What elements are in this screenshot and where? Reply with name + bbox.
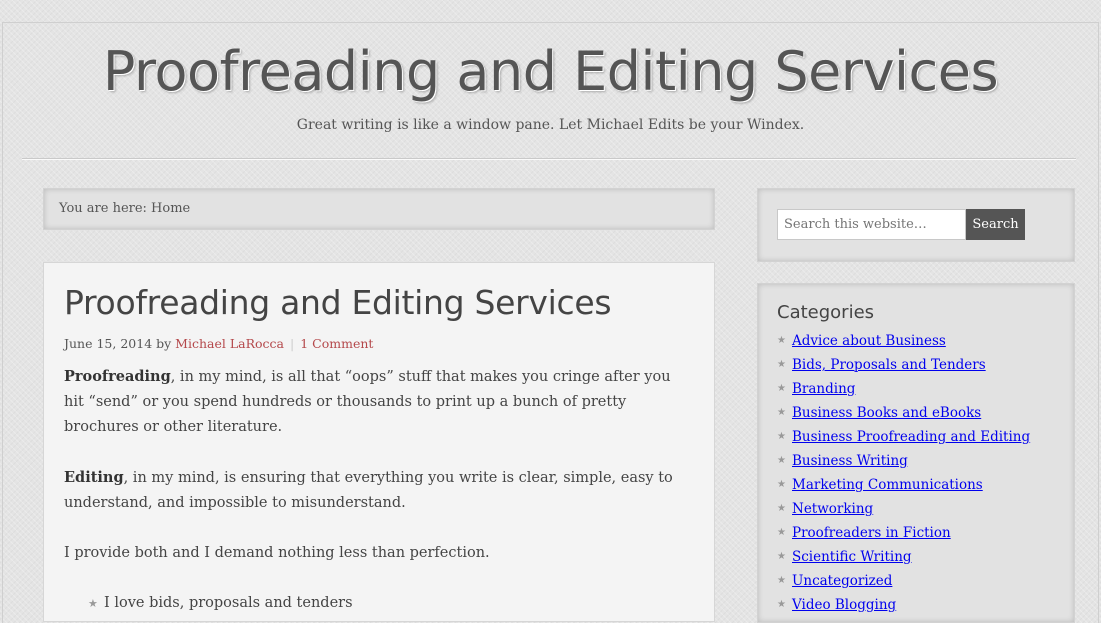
category-link[interactable]: Marketing Communications	[792, 477, 983, 493]
paragraph: I provide both and I demand nothing less…	[64, 545, 490, 561]
category-item: Video Blogging	[777, 593, 1055, 617]
search-input[interactable]	[777, 209, 966, 240]
category-item: Business Proofreading and Editing	[777, 425, 1055, 449]
header-divider	[22, 158, 1076, 160]
category-link[interactable]: Business Writing	[792, 453, 908, 469]
post-date: June 15, 2014	[64, 336, 153, 351]
category-link[interactable]: Branding	[792, 381, 855, 397]
category-link[interactable]: Business Books and eBooks	[792, 405, 981, 421]
post-article: Proofreading and Editing Services June 1…	[43, 262, 715, 622]
post-title[interactable]: Proofreading and Editing Services	[64, 283, 694, 322]
category-link[interactable]: Scientific Writing	[792, 549, 912, 565]
paragraph-text: , in my mind, is ensuring that everythin…	[64, 470, 673, 511]
post-content: Proofreading, in my mind, is all that “o…	[64, 364, 694, 616]
categories-list: Advice about Business Bids, Proposals an…	[777, 329, 1055, 617]
search-button[interactable]: Search	[966, 209, 1025, 240]
paragraph: Editing, in my mind, is ensuring that ev…	[64, 465, 694, 516]
categories-widget: Categories Advice about Business Bids, P…	[757, 283, 1075, 623]
category-link[interactable]: Uncategorized	[792, 573, 892, 589]
search-widget: Search	[757, 188, 1075, 262]
category-item: Business Writing	[777, 449, 1055, 473]
category-item: Advice about Business	[777, 329, 1055, 353]
category-item: Networking	[777, 497, 1055, 521]
breadcrumb: You are here: Home	[43, 188, 715, 230]
category-link[interactable]: Advice about Business	[792, 333, 946, 349]
site-title[interactable]: Proofreading and Editing Services	[0, 40, 1101, 103]
category-item: Scientific Writing	[777, 545, 1055, 569]
categories-title: Categories	[777, 302, 875, 323]
bold-term: Proofreading	[64, 368, 171, 385]
bold-term: Editing	[64, 469, 124, 486]
paragraph: Proofreading, in my mind, is all that “o…	[64, 364, 694, 440]
category-item: Proofreaders in Fiction	[777, 521, 1055, 545]
post-by: by	[152, 336, 176, 351]
list-item: I love bids, proposals and tenders	[88, 591, 694, 616]
category-link[interactable]: Bids, Proposals and Tenders	[792, 357, 986, 373]
meta-separator: |	[290, 336, 295, 351]
post-author-link[interactable]: Michael LaRocca	[175, 336, 284, 351]
category-link[interactable]: Networking	[792, 501, 873, 517]
category-link[interactable]: Proofreaders in Fiction	[792, 525, 951, 541]
post-list: I love bids, proposals and tenders	[64, 591, 694, 616]
post-comments-link[interactable]: 1 Comment	[300, 336, 373, 351]
category-item: Business Books and eBooks	[777, 401, 1055, 425]
category-link[interactable]: Business Proofreading and Editing	[792, 429, 1030, 445]
post-meta: June 15, 2014 by Michael LaRocca | 1 Comme…	[64, 336, 694, 351]
category-item: Marketing Communications	[777, 473, 1055, 497]
category-item: Branding	[777, 377, 1055, 401]
category-item: Bids, Proposals and Tenders	[777, 353, 1055, 377]
category-item: Uncategorized	[777, 569, 1055, 593]
site-description: Great writing is like a window pane. Let…	[296, 117, 805, 133]
